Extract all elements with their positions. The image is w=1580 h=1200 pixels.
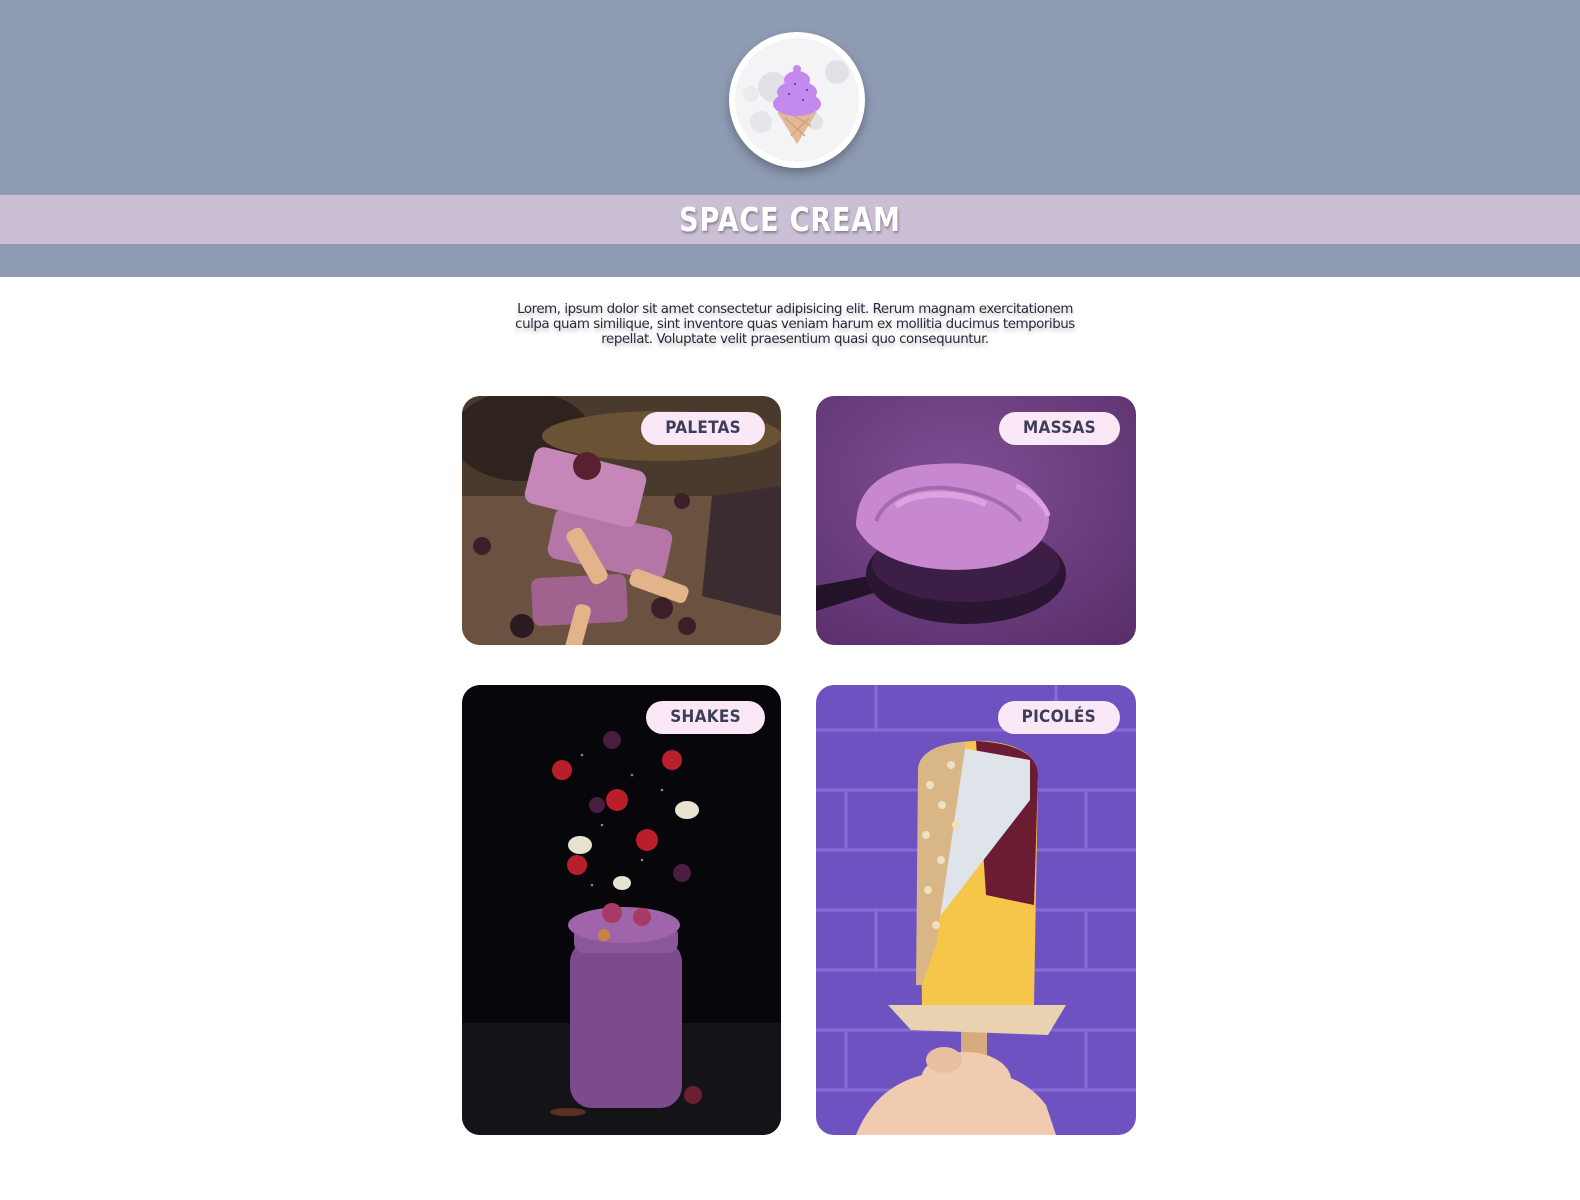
category-card-picoles[interactable]: PICOLÉS <box>816 685 1136 1135</box>
logo[interactable] <box>729 32 865 168</box>
popsicle-purple-wall-photo <box>816 685 1136 1135</box>
site-header: SPACE CREAM <box>0 0 1580 277</box>
berry-shake-jar-photo <box>462 685 781 1135</box>
card-tag: MASSAS <box>999 412 1120 445</box>
category-card-paletas[interactable]: PALETAS <box>462 396 781 645</box>
card-tag: SHAKES <box>646 701 765 734</box>
category-card-shakes[interactable]: SHAKES <box>462 685 781 1135</box>
card-tag: PICOLÉS <box>997 701 1120 734</box>
intro-text: Lorem, ipsum dolor sit amet consectetur … <box>515 302 1075 348</box>
card-tag: PALETAS <box>641 412 765 445</box>
site-title: SPACE CREAM <box>679 200 901 239</box>
ice-cream-cone-icon <box>735 38 859 162</box>
category-card-massas[interactable]: MASSAS <box>816 396 1136 645</box>
